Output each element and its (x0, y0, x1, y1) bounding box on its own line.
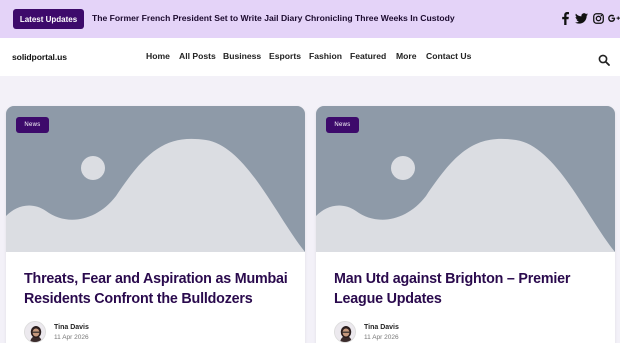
author-name[interactable]: Tina Davis (54, 324, 89, 331)
twitter-icon[interactable] (575, 11, 588, 26)
nav-item-more[interactable]: More (396, 51, 417, 61)
nav-item-esports[interactable]: Esports (269, 51, 301, 61)
author-name[interactable]: Tina Davis (364, 324, 399, 331)
author-avatar (24, 321, 46, 343)
main-navigation: solidportal.us Home All Posts Business E… (0, 38, 620, 76)
google-plus-icon[interactable] (608, 11, 620, 26)
post-thumbnail-placeholder[interactable]: News (6, 106, 305, 252)
nav-item-business[interactable]: Business (223, 51, 261, 61)
nav-item-home[interactable]: Home (146, 51, 170, 61)
category-badge[interactable]: News (326, 117, 359, 133)
nav-item-fashion[interactable]: Fashion (309, 51, 342, 61)
author-avatar (334, 321, 356, 343)
top-bar: Latest Updates The Former French Preside… (0, 0, 620, 38)
post-title[interactable]: Threats, Fear and Aspiration as Mumbai R… (24, 269, 292, 309)
breaking-news-headline[interactable]: The Former French President Set to Write… (92, 13, 455, 23)
nav-item-featured[interactable]: Featured (350, 51, 386, 61)
search-icon[interactable] (598, 53, 610, 66)
nav-item-contact-us[interactable]: Contact Us (426, 51, 471, 61)
latest-updates-badge[interactable]: Latest Updates (13, 9, 84, 29)
post-date: 11 Apr 2026 (364, 334, 399, 341)
nav-item-all-posts[interactable]: All Posts (179, 51, 216, 61)
post-card[interactable]: News Threats, Fear and Aspiration as Mum… (6, 106, 305, 343)
facebook-icon[interactable] (560, 11, 570, 26)
category-badge[interactable]: News (16, 117, 49, 133)
post-date: 11 Apr 2026 (54, 334, 89, 341)
instagram-icon[interactable] (592, 11, 604, 26)
post-thumbnail-placeholder[interactable]: News (316, 106, 615, 252)
post-title[interactable]: Man Utd against Brighton – Premier Leagu… (334, 269, 602, 309)
post-card[interactable]: News Man Utd against Brighton – Premier … (316, 106, 615, 343)
site-logo[interactable]: solidportal.us (12, 52, 67, 62)
